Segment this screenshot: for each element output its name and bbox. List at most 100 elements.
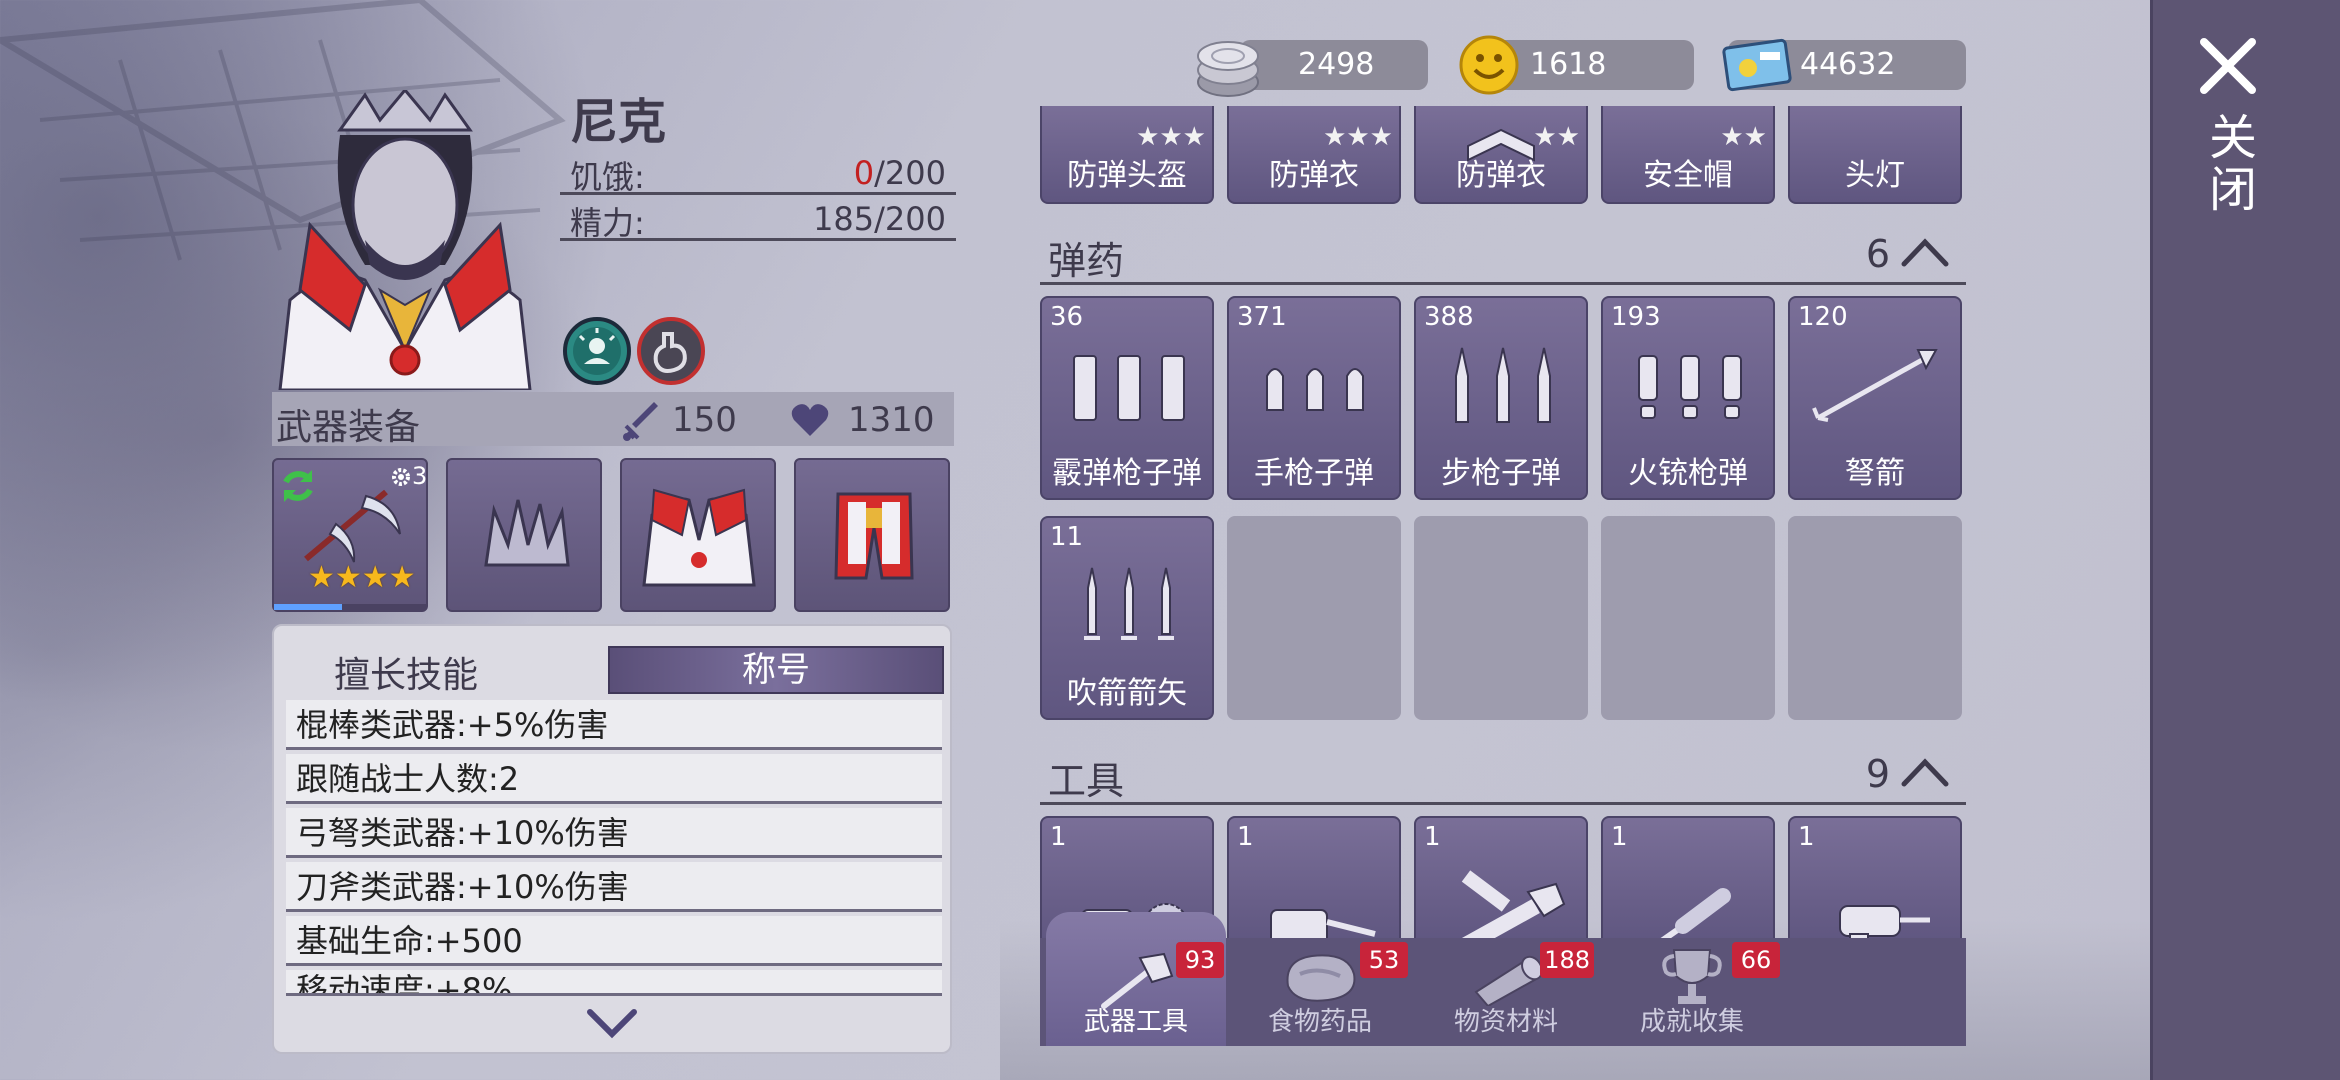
tab-title[interactable]: 称号 — [608, 646, 944, 694]
tab-label: 食物药品 — [1267, 1007, 1372, 1037]
hunger-value: 0/200 — [854, 154, 946, 192]
pistol-bullet-icon — [1266, 368, 1364, 411]
silver-coins-icon — [1197, 41, 1259, 97]
tab-label: 物资材料 — [1453, 1007, 1558, 1037]
item-count: 388 — [1424, 302, 1474, 332]
tab-count-badge: 188 — [1540, 942, 1594, 978]
hunger-current: 0 — [853, 154, 875, 192]
blow-dart-icon — [1084, 567, 1174, 640]
item-name: 安全帽 — [1643, 158, 1733, 193]
close-label[interactable]: 关闭 — [2200, 112, 2256, 216]
item-name: 手枪子弹 — [1254, 456, 1374, 491]
chevron-up-icon[interactable] — [1900, 756, 1950, 788]
item-count: 1 — [1050, 822, 1067, 852]
inventory-item-armor[interactable]: ★★ 安全帽 — [1601, 106, 1775, 204]
hunger-label: 饥饿: — [570, 158, 645, 196]
wrench-icon — [1451, 870, 1566, 944]
power-drill-icon — [1839, 905, 1930, 944]
energy-label: 精力: — [570, 204, 645, 242]
inventory-item-tool[interactable]: 1 — [1601, 816, 1775, 946]
health-value: 1310 — [848, 400, 935, 440]
skills-panel: 擅长技能 称号 棍棒类武器:+5%伤害 跟随战士人数:2 弓弩类武器:+10%伤… — [272, 624, 952, 1054]
item-stars: ★★ — [1720, 122, 1767, 152]
equip-slot-weapon[interactable]: 3 ★★★★ — [272, 458, 428, 612]
section-count: 9 — [1865, 752, 1890, 796]
inventory-item-ammo[interactable]: 120 弩箭 — [1788, 296, 1962, 500]
inventory-item-armor[interactable]: ★★★ 防弹衣 — [1227, 106, 1401, 204]
item-name: 弩箭 — [1845, 456, 1905, 491]
tab-count-badge: 93 — [1176, 942, 1224, 978]
meat-icon — [1286, 954, 1356, 1002]
item-stars: ★★★ — [1136, 122, 1206, 152]
inventory-item-armor[interactable]: ★★★ 防弹头盔 — [1040, 106, 1214, 204]
inventory-item-tool[interactable]: 1 — [1414, 816, 1588, 946]
inventory-item-armor[interactable]: ★★ 防弹衣 — [1414, 106, 1588, 204]
section-header-ammo[interactable]: 弹药 6 — [1040, 226, 1966, 285]
tab-count-badge: 66 — [1732, 942, 1780, 978]
skill-row: 基础生命:+500 — [286, 916, 942, 966]
chevron-down-icon[interactable] — [584, 1004, 640, 1040]
section-title: 弹药 — [1048, 239, 1125, 283]
weapon-level: 3 — [412, 462, 428, 490]
equip-slot-armor[interactable] — [620, 458, 776, 612]
inventory-slot-empty — [1227, 516, 1401, 720]
hunger-max: /200 — [874, 154, 946, 192]
currency-gold-value: 1618 — [1530, 47, 1607, 82]
equip-slot-legs[interactable] — [794, 458, 950, 612]
coat-armor-icon — [642, 488, 756, 587]
buff-icon[interactable] — [562, 316, 632, 386]
item-count: 120 — [1798, 302, 1848, 332]
character-name: 尼克 — [570, 94, 667, 150]
inventory-item-ammo[interactable]: 36 霰弹枪子弹 — [1040, 296, 1214, 500]
stomach-icon[interactable] — [636, 316, 706, 386]
currency-ticket-value: 44632 — [1800, 47, 1896, 82]
inventory-item-armor[interactable]: 头灯 — [1788, 106, 1962, 204]
inventory-slot-empty — [1601, 516, 1775, 720]
item-name: 防弹衣 — [1269, 158, 1359, 193]
section-count: 6 — [1865, 232, 1890, 276]
section-header-tools[interactable]: 工具 9 — [1040, 746, 1966, 805]
inventory-item-ammo[interactable]: 371 手枪子弹 — [1227, 296, 1401, 500]
item-name: 霰弹枪子弹 — [1052, 456, 1202, 491]
item-count: 193 — [1611, 302, 1661, 332]
inventory-item-ammo[interactable]: 11 吹箭箭矢 — [1040, 516, 1214, 720]
heart-icon — [791, 404, 829, 436]
inventory-item-ammo[interactable]: 388 步枪子弹 — [1414, 296, 1588, 500]
chevron-up-icon[interactable] — [1900, 236, 1950, 268]
skill-row: 跟随战士人数:2 — [286, 754, 942, 804]
equip-slot-headgear[interactable] — [446, 458, 602, 612]
tab-achievements[interactable]: 66 成就收集 — [1602, 938, 1782, 1046]
item-name: 头灯 — [1845, 158, 1905, 193]
item-count: 1 — [1798, 822, 1815, 852]
close-icon[interactable] — [2196, 34, 2260, 98]
item-name: 吹箭箭矢 — [1067, 676, 1187, 711]
skill-row: 棍棒类武器:+5%伤害 — [286, 700, 942, 750]
item-count: 36 — [1050, 302, 1084, 332]
skill-row: 移动速度:+8% — [286, 970, 942, 996]
sword-icon — [623, 402, 658, 441]
item-name: 防弹衣 — [1456, 158, 1546, 193]
shotgun-shell-icon — [1073, 355, 1185, 421]
hunger-row: 饥饿: 0/200 — [560, 150, 956, 196]
attack-value: 150 — [672, 400, 737, 440]
inventory-item-tool[interactable]: 1 — [1227, 816, 1401, 946]
tab-supplies-materials[interactable]: 188 物资材料 — [1416, 938, 1596, 1046]
currency-silver: 2498 — [1240, 40, 1428, 90]
tab-weapons-tools[interactable]: 93 武器工具 — [1046, 912, 1226, 1046]
tab-skills[interactable]: 擅长技能 — [334, 646, 478, 698]
equipment-title: 武器装备 — [276, 407, 421, 448]
scythe-weapon-icon — [304, 489, 401, 563]
item-stars: ★★ — [1533, 122, 1580, 152]
energy-value: 185/200 — [813, 200, 946, 238]
item-stars: ★★★ — [1323, 122, 1393, 152]
weapon-stars: ★★★★ — [308, 560, 416, 595]
tab-food-medicine[interactable]: 53 食物药品 — [1230, 938, 1410, 1046]
thorn-crown-icon — [484, 499, 570, 567]
inventory-item-ammo[interactable]: 193 火铳枪弹 — [1601, 296, 1775, 500]
screwdriver-icon — [1652, 888, 1731, 944]
inventory-item-tool[interactable]: 1 — [1788, 816, 1962, 946]
currency-silver-value: 2498 — [1298, 47, 1375, 82]
item-count: 371 — [1237, 302, 1287, 332]
weapon-progress-fill — [274, 604, 343, 610]
item-name: 防弹头盔 — [1067, 158, 1187, 193]
